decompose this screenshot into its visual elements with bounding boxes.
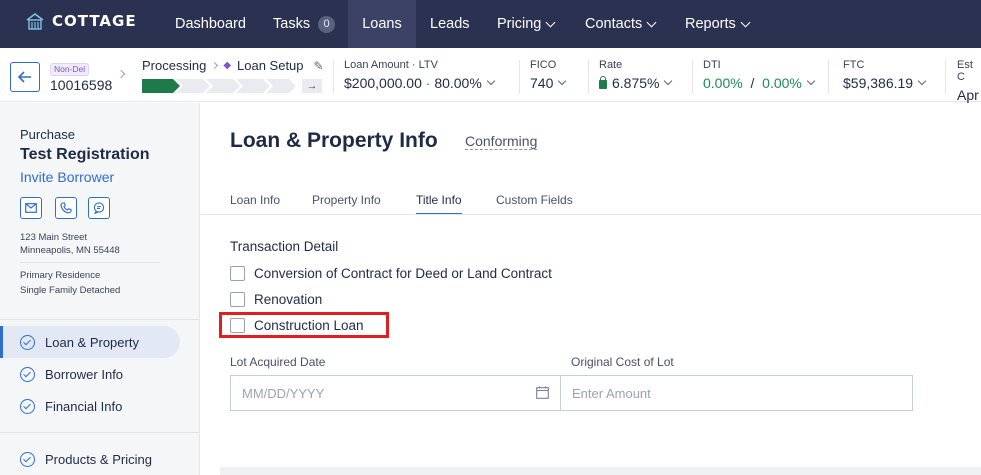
nav-dashboard[interactable]: Dashboard	[175, 0, 246, 48]
tab-title-info[interactable]: Title Info	[416, 193, 462, 215]
chevron-down-icon	[646, 17, 657, 27]
stage-label: Processing	[142, 58, 207, 73]
address-line1: 123 Main Street	[20, 232, 88, 243]
original-cost-of-lot-label: Original Cost of Lot	[571, 355, 674, 369]
tabs-divider	[200, 214, 981, 215]
calendar-icon[interactable]	[536, 386, 549, 399]
nav-tasks[interactable]: Tasks 0	[273, 0, 336, 48]
lot-acquired-date-label: Lot Acquired Date	[230, 355, 326, 369]
checkbox[interactable]	[230, 291, 245, 307]
occupancy: Primary Residence	[20, 270, 101, 281]
chat-bubble-icon	[93, 202, 105, 214]
house-logo-icon	[26, 13, 44, 30]
progress-segment	[206, 79, 240, 93]
interest-rate[interactable]: Rate 6.875%	[599, 59, 673, 91]
highlight-box	[219, 312, 389, 338]
nav-loans[interactable]: Loans	[348, 0, 416, 48]
original-cost-of-lot-input[interactable]: Enter Amount	[560, 375, 913, 411]
tab-custom-fields[interactable]: Custom Fields	[496, 193, 573, 215]
check-circle-icon	[20, 398, 35, 414]
cottage-logo[interactable]: COTTAGE	[24, 10, 137, 32]
divider	[0, 319, 200, 320]
divider	[333, 60, 334, 94]
arrow-right-icon[interactable]: →	[302, 79, 322, 93]
divider	[0, 432, 200, 433]
page-title: Loan & Property Info	[230, 129, 438, 152]
progress-segment-done	[142, 79, 180, 93]
chevron-down-icon	[664, 76, 673, 86]
logo-text: COTTAGE	[52, 12, 137, 30]
sidebar-item-products-pricing[interactable]: Products & Pricing	[0, 443, 180, 475]
message-button[interactable]	[88, 197, 110, 219]
chevron-right-icon	[211, 61, 219, 70]
checkbox-row-renovation[interactable]: Renovation	[230, 290, 322, 308]
divider	[20, 262, 160, 263]
divider	[692, 60, 693, 94]
check-circle-icon	[20, 366, 35, 382]
call-button[interactable]	[55, 197, 77, 219]
nav-pricing[interactable]: Pricing	[497, 0, 556, 48]
email-button[interactable]	[20, 197, 42, 219]
est-closing[interactable]: Est C Apr	[957, 59, 981, 103]
chevron-right-icon	[116, 69, 126, 79]
chevron-down-icon	[486, 76, 496, 86]
tab-loan-info[interactable]: Loan Info	[230, 193, 280, 215]
property-type: Single Family Detached	[20, 285, 121, 296]
sidebar-item-financial-info[interactable]: Financial Info	[0, 390, 180, 422]
section-title: Transaction Detail	[230, 239, 339, 254]
diamond-icon: ◆	[223, 60, 232, 71]
pencil-icon[interactable]: ✎	[314, 59, 324, 73]
invite-borrower-link[interactable]: Invite Borrower	[20, 169, 114, 185]
divider	[519, 60, 520, 94]
nav-leads[interactable]: Leads	[430, 0, 470, 48]
lot-acquired-date-input[interactable]: MM/DD/YYYY	[230, 375, 561, 411]
arrow-left-icon	[18, 71, 31, 83]
section-footer	[220, 467, 981, 475]
chevron-down-icon	[558, 76, 567, 86]
tasks-count-badge: 0	[318, 15, 336, 33]
sidebar-item-loan-property[interactable]: Loan & Property	[0, 326, 180, 358]
divider	[588, 60, 589, 94]
chevron-down-icon	[740, 17, 751, 27]
substage-label: Loan Setup	[237, 58, 304, 73]
fico-score[interactable]: FICO 740	[530, 59, 567, 91]
loan-status-bar: Non-Del 10016598 Processing ◆ Loan Setup…	[0, 48, 981, 103]
checkbox-row-contract-for-deed[interactable]: Conversion of Contract for Deed or Land …	[230, 264, 552, 282]
progress-segment	[176, 79, 210, 93]
dti-ratio[interactable]: DTI 0.00% / 0.00%	[703, 59, 816, 91]
borrower-name: Test Registration	[20, 146, 150, 163]
stage-progress-bar	[142, 79, 322, 93]
envelope-icon	[25, 203, 37, 213]
non-del-badge: Non-Del	[50, 63, 90, 76]
nav-contacts[interactable]: Contacts	[585, 0, 657, 48]
address-line2: Minneapolis, MN 55448	[20, 245, 120, 256]
loan-purpose: Purchase	[20, 127, 75, 142]
lock-icon	[599, 75, 607, 89]
chevron-down-icon	[806, 76, 816, 86]
tab-property-info[interactable]: Property Info	[312, 193, 381, 215]
chevron-down-icon	[917, 76, 927, 86]
top-nav: COTTAGE Dashboard Tasks 0 Loans Leads Pri…	[0, 0, 981, 48]
back-button[interactable]	[10, 62, 40, 92]
check-circle-icon	[20, 334, 35, 350]
loan-type-tag[interactable]: Conforming	[465, 133, 538, 150]
phone-icon	[60, 202, 72, 214]
chevron-down-icon	[545, 17, 556, 27]
nav-reports[interactable]: Reports	[685, 0, 751, 48]
loan-number: 10016598	[50, 77, 113, 93]
loan-stage[interactable]: Processing ◆ Loan Setup ✎	[142, 58, 324, 73]
divider	[828, 60, 829, 94]
sidebar-item-borrower-info[interactable]: Borrower Info	[0, 358, 180, 390]
progress-segment	[236, 79, 270, 93]
check-circle-icon	[20, 451, 35, 467]
progress-segment	[266, 79, 296, 93]
divider	[945, 60, 946, 94]
loan-sidebar: Purchase Test Registration Invite Borrow…	[0, 103, 200, 475]
funds-to-close[interactable]: FTC $59,386.19	[843, 59, 927, 91]
checkbox[interactable]	[230, 265, 245, 281]
loan-amount-ltv[interactable]: Loan Amount · LTV $200,000.00 · 80.00%	[344, 59, 496, 91]
